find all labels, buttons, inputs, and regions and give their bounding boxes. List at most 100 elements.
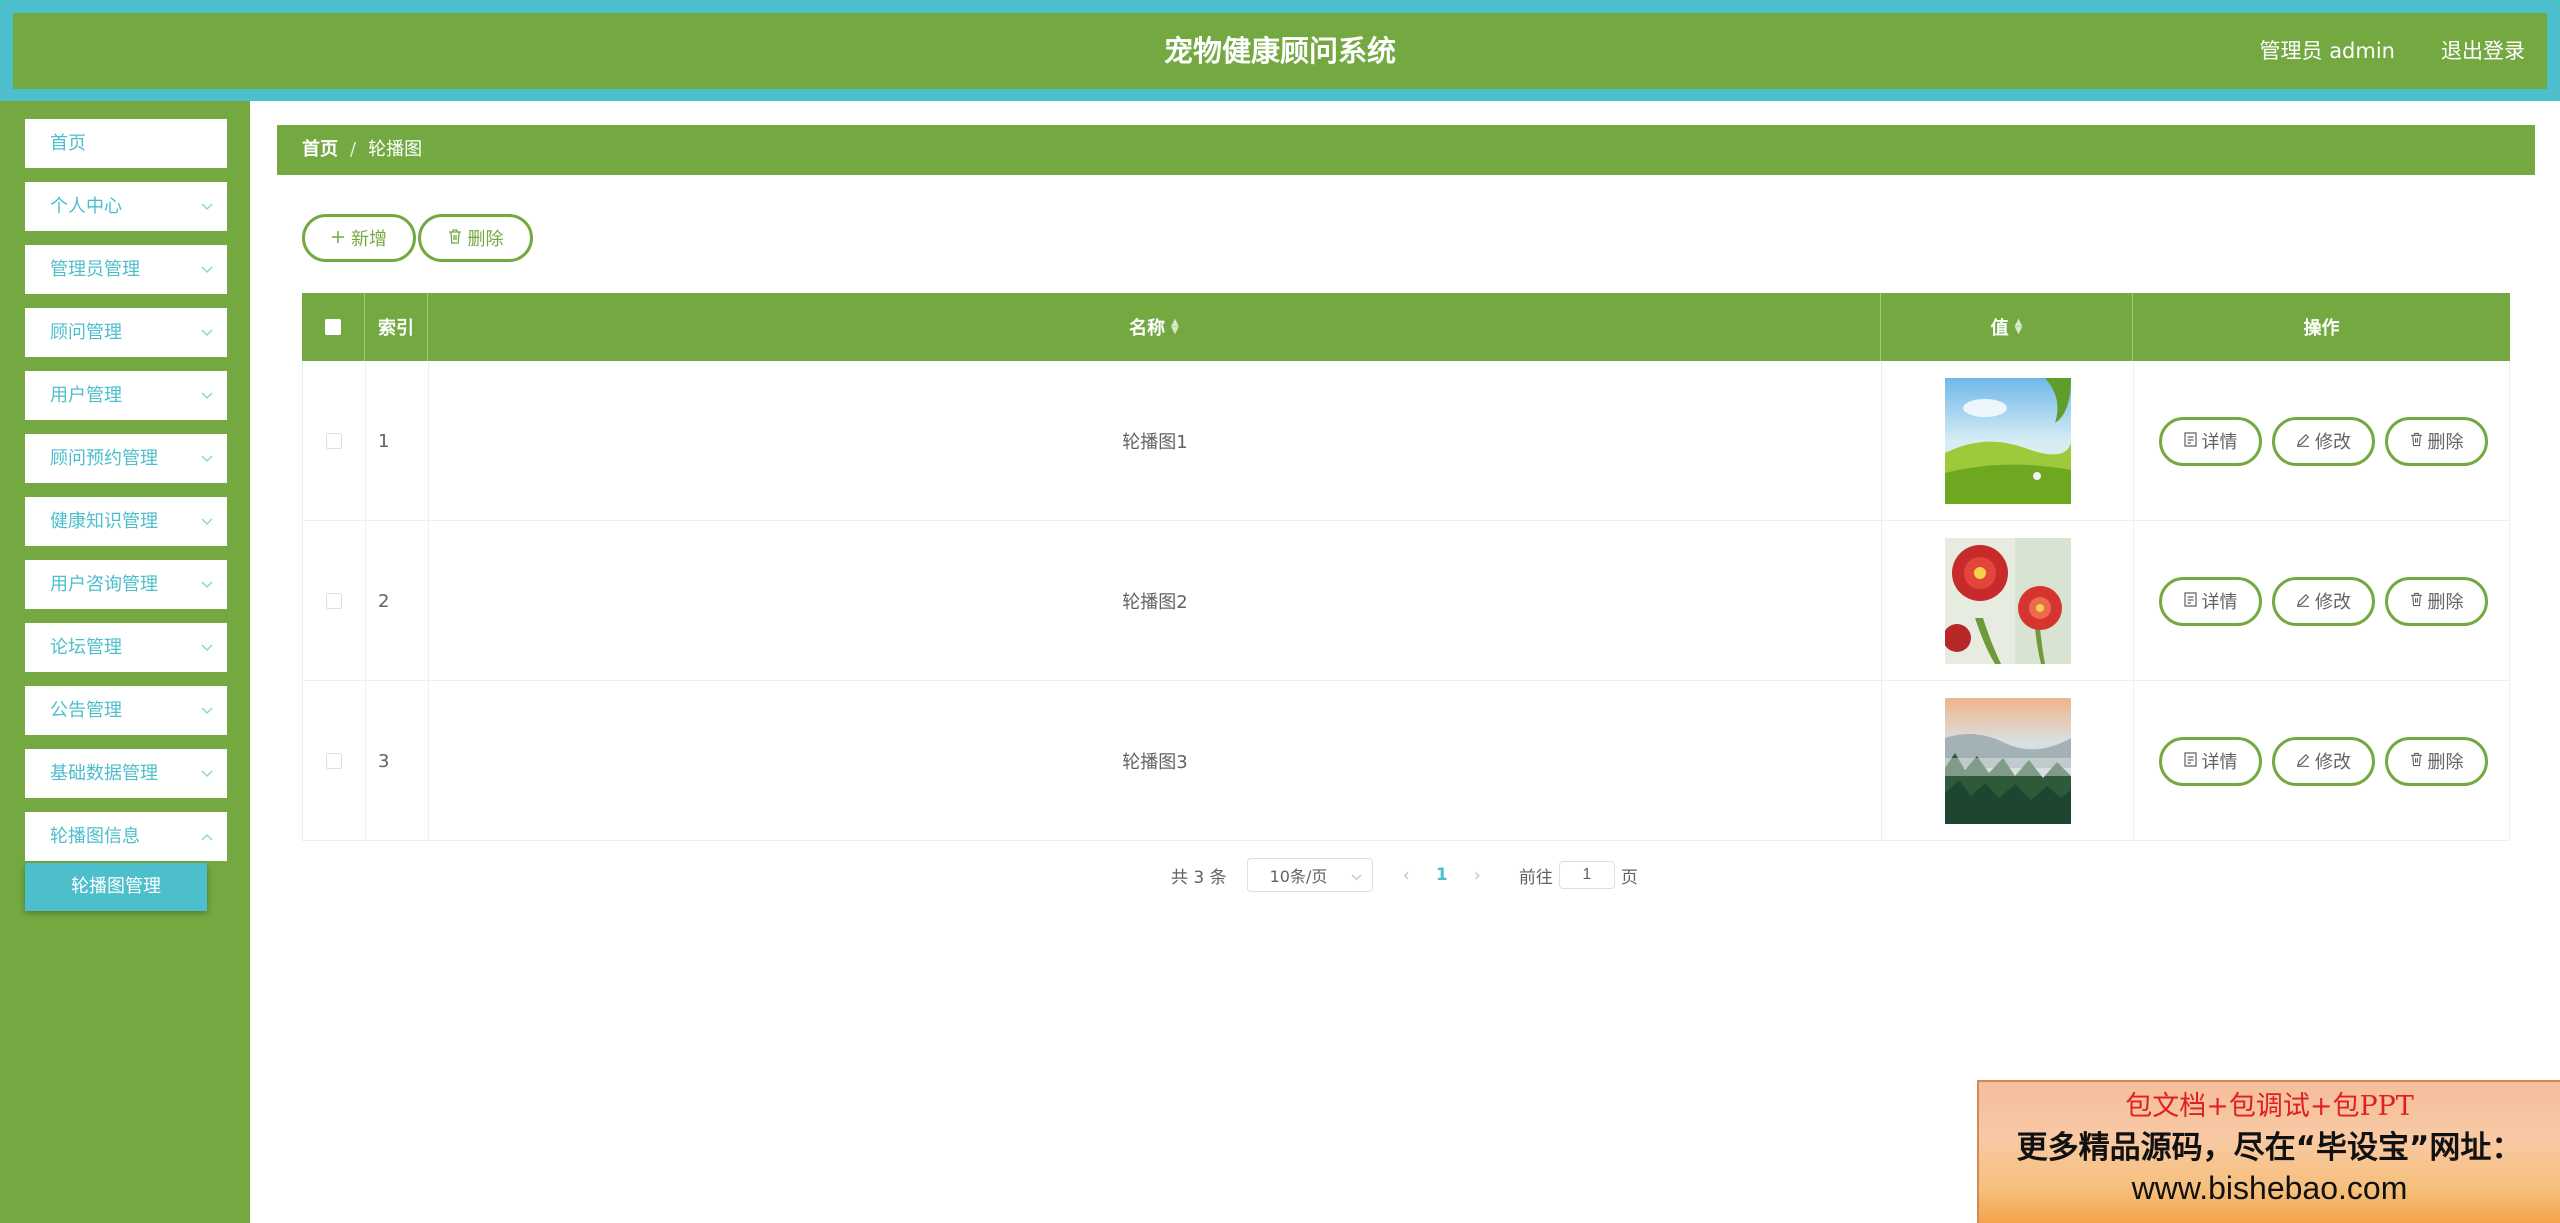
sort-icon[interactable]: ▲ ▼ [1171, 318, 1179, 336]
pagination: 共 3 条 10条/页 ‹ 1 › 前往 页 [1171, 858, 1638, 892]
table-row: 3 轮播图3 详情 修改 删除 [302, 681, 2510, 841]
detail-button-label: 详情 [2201, 592, 2238, 613]
sidebar-item-appointment-management[interactable]: 顾问预约管理 [25, 434, 227, 483]
delete-button-label: 删除 [2427, 432, 2464, 453]
sidebar-item-user-management[interactable]: 用户管理 [25, 371, 227, 420]
chevron-down-icon [201, 686, 213, 735]
trash-icon [448, 228, 462, 249]
goto-label: 前往 [1518, 867, 1553, 888]
pagination-total: 共 3 条 [1171, 867, 1227, 888]
chevron-down-icon [201, 182, 213, 231]
detail-button[interactable]: 详情 [2159, 576, 2262, 626]
row-checkbox[interactable] [326, 593, 342, 609]
trash-icon [2410, 751, 2423, 772]
column-header-value-label: 值 [1990, 318, 2009, 339]
next-page-icon[interactable]: › [1474, 865, 1481, 886]
sidebar-item-label: 个人中心 [50, 196, 122, 217]
row-select-cell [303, 361, 366, 521]
sidebar-item-admin-management[interactable]: 管理员管理 [25, 245, 227, 294]
row-checkbox[interactable] [326, 753, 342, 769]
carousel-thumbnail-image[interactable] [1944, 538, 2071, 664]
value-cell [1882, 681, 2134, 841]
detail-button-label: 详情 [2201, 432, 2238, 453]
edit-button[interactable]: 修改 [2272, 736, 2375, 786]
row-checkbox[interactable] [326, 433, 342, 449]
detail-button[interactable]: 详情 [2159, 736, 2262, 786]
batch-delete-button-label: 删除 [467, 229, 504, 250]
name-cell: 轮播图3 [429, 681, 1882, 841]
edit-button-label: 修改 [2315, 592, 2351, 613]
sidebar-item-forum-management[interactable]: 论坛管理 [25, 623, 227, 672]
index-cell: 2 [366, 521, 429, 681]
sidebar-item-user-consultation[interactable]: 用户咨询管理 [25, 560, 227, 609]
actions-cell: 详情 修改 删除 [2134, 681, 2511, 841]
detail-button-label: 详情 [2201, 752, 2238, 773]
chevron-down-icon [201, 434, 213, 483]
sidebar-item-health-knowledge[interactable]: 健康知识管理 [25, 497, 227, 546]
sidebar-item-notice-management[interactable]: 公告管理 [25, 686, 227, 735]
edit-icon [2296, 751, 2310, 772]
sidebar: 首页 个人中心 管理员管理 顾问管理 用户管理 顾问预约管理 健康知识管理 用户… [0, 101, 250, 1223]
delete-button[interactable]: 删除 [2385, 736, 2488, 786]
chevron-up-icon [201, 812, 213, 861]
sidebar-item-consultant-management[interactable]: 顾问管理 [25, 308, 227, 357]
index-cell: 1 [366, 361, 429, 521]
sidebar-subitem-carousel-management[interactable]: 轮播图管理 [25, 863, 207, 911]
page-suffix-label: 页 [1620, 867, 1638, 888]
promo-line-2: 更多精品源码，尽在“毕设宝”网址： [2016, 1130, 2523, 1166]
breadcrumb-separator: / [350, 139, 357, 160]
name-cell: 轮播图1 [429, 361, 1882, 521]
table-header: 索引 名称 ▲ ▼ 值 ▲ ▼ 操作 [302, 293, 2510, 361]
edit-icon [2296, 591, 2310, 612]
page-size-select[interactable]: 10条/页 [1246, 858, 1373, 892]
sidebar-item-carousel-info[interactable]: 轮播图信息 [25, 812, 227, 861]
row-select-cell [303, 521, 366, 681]
goto-page-input[interactable] [1558, 861, 1615, 889]
delete-button-label: 删除 [2427, 752, 2464, 773]
carousel-thumbnail-image[interactable] [1944, 698, 2071, 824]
sidebar-item-base-data[interactable]: 基础数据管理 [25, 749, 227, 798]
chevron-down-icon [201, 245, 213, 294]
chevron-down-icon [201, 560, 213, 609]
carousel-thumbnail-image[interactable] [1944, 378, 2071, 504]
top-header: 宠物健康顾问系统 管理员 admin 退出登录 [13, 13, 2547, 89]
chevron-down-icon [201, 371, 213, 420]
breadcrumb-current: 轮播图 [368, 139, 423, 160]
breadcrumb: 首页 / 轮播图 [277, 125, 2535, 175]
prev-page-icon[interactable]: ‹ [1403, 865, 1410, 886]
sidebar-item-label: 公告管理 [50, 700, 122, 721]
sidebar-item-label: 基础数据管理 [50, 763, 158, 784]
sidebar-item-label: 用户管理 [50, 385, 122, 406]
add-button-label: 新增 [351, 229, 387, 250]
batch-delete-button[interactable]: 删除 [418, 214, 533, 262]
column-header-name[interactable]: 名称 ▲ ▼ [428, 293, 1881, 361]
column-header-index: 索引 [365, 293, 428, 361]
select-all-checkbox[interactable] [325, 319, 341, 335]
page-number[interactable]: 1 [1436, 865, 1448, 885]
column-header-value[interactable]: 值 ▲ ▼ [1881, 293, 2133, 361]
breadcrumb-home[interactable]: 首页 [302, 139, 338, 160]
delete-button-label: 删除 [2427, 592, 2464, 613]
top-header-frame: 宠物健康顾问系统 管理员 admin 退出登录 [0, 0, 2560, 101]
chevron-down-icon [1351, 866, 1362, 885]
add-button[interactable]: 新增 [302, 214, 416, 262]
sidebar-item-home[interactable]: 首页 [25, 119, 227, 168]
edit-button[interactable]: 修改 [2272, 576, 2375, 626]
sidebar-item-personal-center[interactable]: 个人中心 [25, 182, 227, 231]
delete-button[interactable]: 删除 [2385, 576, 2488, 626]
sidebar-item-label: 轮播图信息 [50, 826, 140, 847]
edit-button[interactable]: 修改 [2272, 416, 2375, 466]
logout-link[interactable]: 退出登录 [2441, 13, 2525, 89]
promo-line-1: 包文档+包调试+包PPT [2125, 1091, 2414, 1122]
trash-icon [2410, 431, 2423, 452]
delete-button[interactable]: 删除 [2385, 416, 2488, 466]
sidebar-item-label: 顾问预约管理 [50, 448, 158, 469]
detail-button[interactable]: 详情 [2159, 416, 2262, 466]
sidebar-item-label: 管理员管理 [50, 259, 140, 280]
edit-icon [2296, 431, 2310, 452]
actions-cell: 详情 修改 删除 [2134, 521, 2511, 681]
edit-button-label: 修改 [2315, 432, 2351, 453]
sort-icon[interactable]: ▲ ▼ [2015, 318, 2023, 336]
value-cell [1882, 361, 2134, 521]
chevron-down-icon [201, 623, 213, 672]
